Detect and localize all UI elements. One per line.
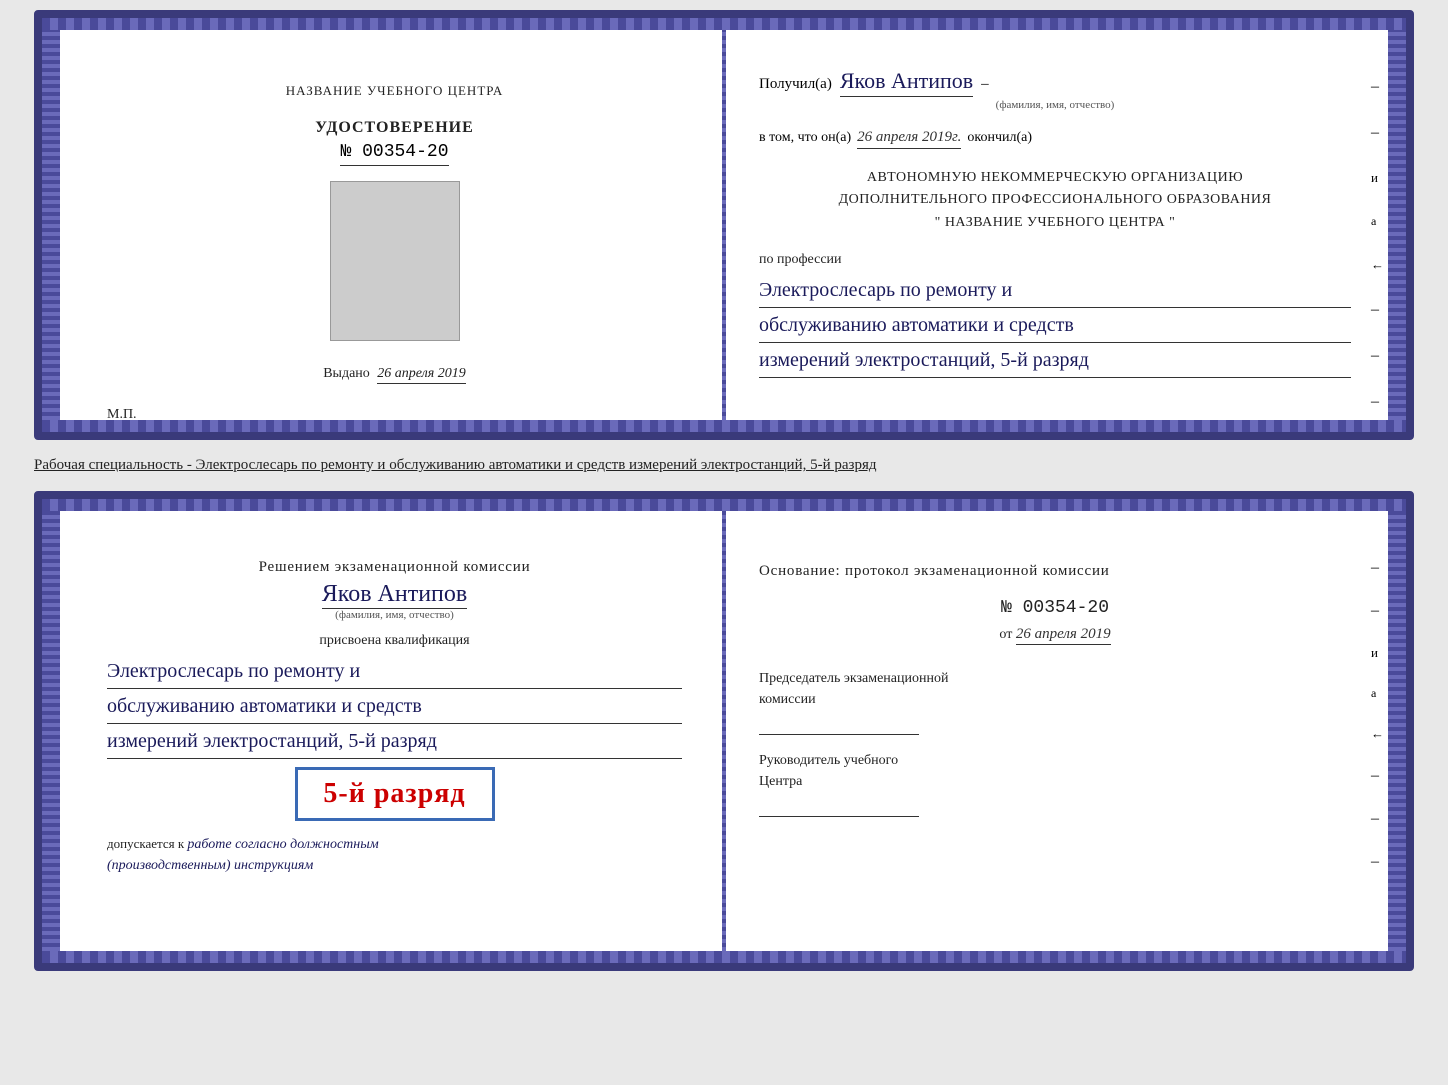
qual-line2: обслуживанию автоматики и средств bbox=[107, 689, 682, 724]
bottom-name-subtitle: (фамилия, имя, отчество) bbox=[335, 609, 454, 621]
bottom-right-panel: Основание: протокол экзаменационной коми… bbox=[724, 499, 1406, 963]
cert-type-label: УДОСТОВЕРЕНИЕ bbox=[315, 119, 474, 137]
center-divider-bottom bbox=[722, 499, 726, 963]
certificate-top: НАЗВАНИЕ УЧЕБНОГО ЦЕНТРА УДОСТОВЕРЕНИЕ №… bbox=[34, 10, 1414, 440]
profession-line2: обслуживанию автоматики и средств bbox=[759, 308, 1351, 343]
profession-line1: Электрослесарь по ремонту и bbox=[759, 273, 1351, 308]
protocol-date-value: 26 апреля 2019 bbox=[1016, 626, 1111, 645]
issued-label: Выдано bbox=[323, 366, 370, 381]
confirm-label: в том, что он(а) bbox=[759, 130, 851, 146]
chairman-label2: комиссии bbox=[759, 689, 1351, 710]
basis-text: Основание: протокол экзаменационной коми… bbox=[759, 559, 1351, 583]
center-divider bbox=[722, 18, 726, 432]
director-label: Руководитель учебного bbox=[759, 750, 1351, 771]
chairman-block: Председатель экзаменационной комиссии bbox=[759, 668, 1351, 735]
allowed-block: допускается к работе согласно должностны… bbox=[97, 834, 692, 876]
qual-line3: измерений электростанций, 5-й разряд bbox=[107, 724, 682, 759]
allowed-prefix: допускается к bbox=[107, 836, 184, 851]
protocol-date: от 26 апреля 2019 bbox=[759, 626, 1351, 643]
director-signature-line bbox=[759, 797, 919, 817]
recipient-name: Яков Антипов bbox=[840, 68, 973, 97]
profession-block: по профессии Электрослесарь по ремонту и… bbox=[759, 252, 1351, 378]
org-line2: ДОПОЛНИТЕЛЬНОГО ПРОФЕССИОНАЛЬНОГО ОБРАЗО… bbox=[759, 189, 1351, 211]
grade-text: 5-й разряд bbox=[313, 778, 477, 810]
allowed-text2: (производственным) инструкциям bbox=[107, 858, 313, 873]
confirm-suffix: окончил(а) bbox=[967, 130, 1032, 146]
qualification-label: присвоена квалификация bbox=[319, 633, 469, 649]
separator-text: Рабочая специальность - Электрослесарь п… bbox=[34, 450, 1414, 481]
recipient-prefix: Получил(а) bbox=[759, 76, 832, 93]
top-right-panel: Получил(а) Яков Антипов – (фамилия, имя,… bbox=[724, 18, 1406, 432]
chairman-label: Председатель экзаменационной bbox=[759, 668, 1351, 689]
grade-box: 5-й разряд bbox=[295, 767, 495, 821]
protocol-date-prefix: от bbox=[999, 627, 1012, 642]
profession-text: Электрослесарь по ремонту и обслуживанию… bbox=[759, 273, 1351, 378]
org-block: АВТОНОМНУЮ НЕКОММЕРЧЕСКУЮ ОРГАНИЗАЦИЮ ДО… bbox=[759, 167, 1351, 234]
recipient-block: Получил(а) Яков Антипов – (фамилия, имя,… bbox=[759, 68, 1351, 111]
allowed-text: работе согласно должностным bbox=[187, 837, 378, 852]
right-deco-bottom: – – и а ← – – – bbox=[1371, 559, 1384, 871]
issued-date: 26 апреля 2019 bbox=[377, 366, 465, 384]
director-block: Руководитель учебного Центра bbox=[759, 750, 1351, 817]
top-left-panel: НАЗВАНИЕ УЧЕБНОГО ЦЕНТРА УДОСТОВЕРЕНИЕ №… bbox=[42, 18, 724, 432]
profession-label: по профессии bbox=[759, 252, 1351, 268]
decision-text: Решением экзаменационной комиссии bbox=[259, 559, 531, 576]
mp-label: М.П. bbox=[107, 407, 137, 423]
school-name-top: НАЗВАНИЕ УЧЕБНОГО ЦЕНТРА bbox=[286, 83, 503, 99]
bottom-name: Яков Антипов bbox=[322, 581, 467, 609]
confirm-block: в том, что он(а) 26 апреля 2019г. окончи… bbox=[759, 129, 1351, 149]
right-decorations: – – и а ← – – – bbox=[1371, 78, 1384, 411]
qualification-profession: Электрослесарь по ремонту и обслуживанию… bbox=[97, 654, 692, 759]
issued-line: Выдано 26 апреля 2019 bbox=[323, 366, 466, 382]
org-line3: " НАЗВАНИЕ УЧЕБНОГО ЦЕНТРА " bbox=[759, 212, 1351, 234]
bottom-left-panel: Решением экзаменационной комиссии Яков А… bbox=[42, 499, 724, 963]
basis-line1: Основание: протокол экзаменационной коми… bbox=[759, 563, 1110, 579]
recipient-subtitle: (фамилия, имя, отчество) bbox=[759, 99, 1351, 111]
certificate-bottom: Решением экзаменационной комиссии Яков А… bbox=[34, 491, 1414, 971]
protocol-number: № 00354-20 bbox=[759, 598, 1351, 618]
qual-line1: Электрослесарь по ремонту и bbox=[107, 654, 682, 689]
director-label2: Центра bbox=[759, 771, 1351, 792]
cert-number: № 00354-20 bbox=[340, 142, 448, 166]
photo-placeholder bbox=[330, 181, 460, 341]
org-line1: АВТОНОМНУЮ НЕКОММЕРЧЕСКУЮ ОРГАНИЗАЦИЮ bbox=[759, 167, 1351, 189]
chairman-signature-line bbox=[759, 715, 919, 735]
confirm-date: 26 апреля 2019г. bbox=[857, 129, 961, 149]
profession-line3: измерений электростанций, 5-й разряд bbox=[759, 343, 1351, 378]
